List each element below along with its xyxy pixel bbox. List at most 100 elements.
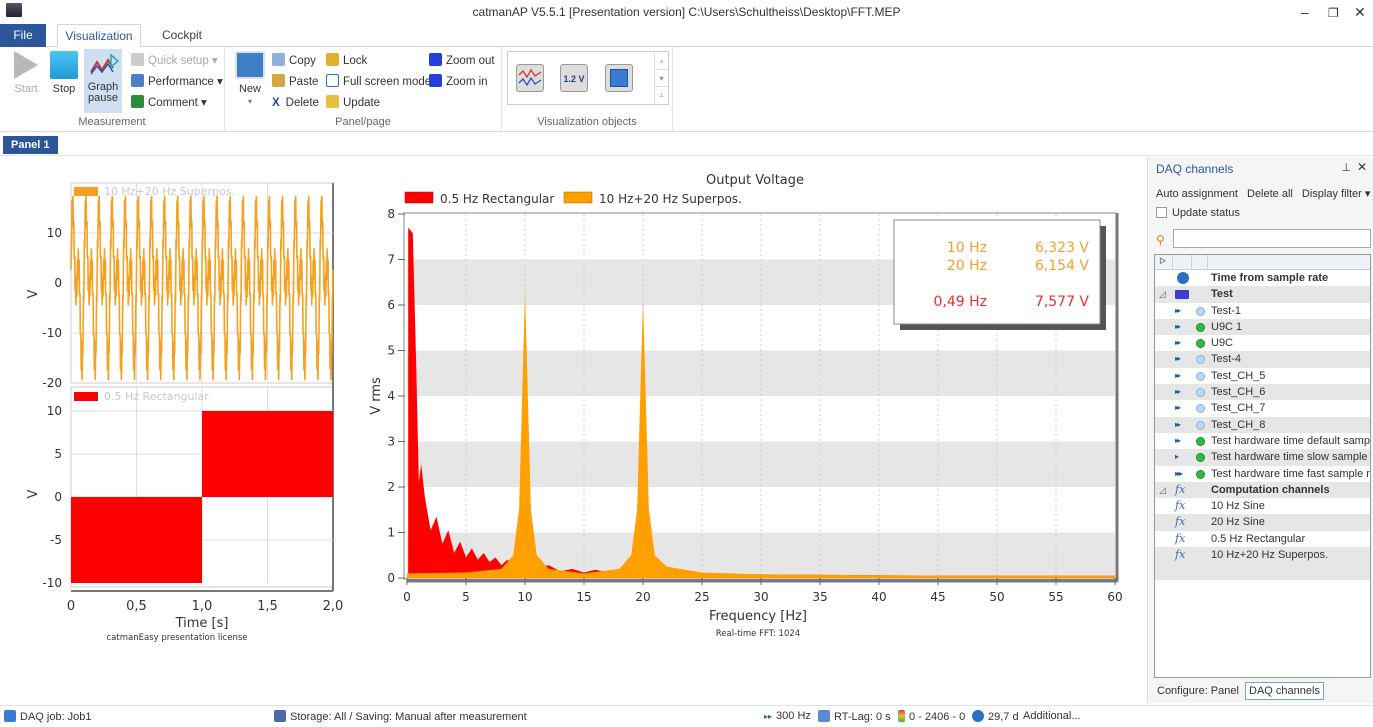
channel-row[interactable]: ▸▸ Test_CH_6 <box>1155 384 1370 401</box>
channel-row[interactable]: Time from sample rate <box>1155 270 1370 287</box>
duration-status: 29,7 d <box>972 710 1019 723</box>
channel-label: Test-1 <box>1211 304 1241 317</box>
channel-row[interactable]: ▸ Test hardware time slow sample rate <box>1155 449 1370 466</box>
copy-button[interactable]: Copy <box>272 52 316 70</box>
channel-label: U9C <box>1211 337 1234 350</box>
gallery-scroll-down[interactable]: ▾ <box>655 69 668 86</box>
close-button[interactable]: ✕ <box>1354 4 1366 21</box>
new-panel-button[interactable]: New ▾ <box>233 51 267 107</box>
channel-row[interactable]: ▸▸ U9C 1 <box>1155 318 1370 336</box>
restore-button[interactable]: ❐ <box>1328 6 1339 20</box>
panel-tab[interactable]: Panel 1 <box>3 136 58 154</box>
fft-ytick-label: 0 <box>387 571 395 585</box>
fft-ytick-label: 1 <box>387 526 395 540</box>
channel-row[interactable]: ◿ fx Computation channels <box>1155 481 1370 499</box>
minimize-button[interactable]: – <box>1301 4 1309 20</box>
daq-job-status[interactable]: DAQ job: Job1 <box>4 710 92 723</box>
chart2-xlabel: Time [s] <box>175 616 229 631</box>
auto-assignment-button[interactable]: Auto assignment <box>1156 188 1238 200</box>
channel-row[interactable]: fx 0.5 Hz Rectangular <box>1155 531 1370 547</box>
collapse-icon[interactable]: ◿ <box>1159 482 1166 498</box>
fft-chart[interactable]: Output Voltage 0.5 Hz Rectangular 10 Hz+… <box>369 173 1123 639</box>
channel-label: Test_CH_6 <box>1211 386 1266 399</box>
channel-row[interactable]: ▸▸ Test_CH_7 <box>1155 400 1370 416</box>
table-object-icon[interactable] <box>605 64 633 92</box>
clock-icon <box>972 710 984 722</box>
daq-channel-grid: ᐅ Time from sample rate ◿ Test ▸▸ Test-1 ▸▸ U9… <box>1154 254 1371 678</box>
channel-row[interactable]: ▸▸ U9C <box>1155 335 1370 351</box>
daq-actions: Auto assignment Delete all Display filte… <box>1156 187 1373 200</box>
fft-xtick-label: 45 <box>930 590 945 604</box>
paste-button[interactable]: Paste <box>272 73 318 91</box>
sample-rate-icon: ▸▸ <box>1175 403 1181 413</box>
delete-all-button[interactable]: Delete all <box>1247 188 1293 200</box>
quick-setup-button[interactable]: Quick setup ▾ <box>131 52 218 70</box>
tab-cockpit[interactable]: Cockpit <box>150 24 214 47</box>
channel-label: Computation channels <box>1211 483 1330 496</box>
pin-icon[interactable]: ⊥ <box>1341 161 1351 174</box>
stop-button[interactable]: Stop <box>48 51 80 95</box>
channel-row[interactable]: ▸▸ Test_CH_5 <box>1155 368 1370 384</box>
readout-frequency: 0,49 Hz <box>934 294 988 310</box>
channel-row[interactable]: ▸▸ Test-1 <box>1155 303 1370 319</box>
channel-row[interactable]: ◿ Test <box>1155 286 1370 303</box>
zoom-out-button[interactable]: Zoom out <box>429 52 495 70</box>
gallery-scroll-up[interactable]: ▴ <box>655 52 668 69</box>
display-filter-button[interactable]: Display filter ▾ <box>1302 188 1370 200</box>
update-status-checkbox[interactable]: Update status <box>1156 207 1240 219</box>
channel-row[interactable]: ▸▸▸ Test hardware time fast sample rate <box>1155 466 1370 482</box>
channel-row[interactable]: fx 10 Hz Sine <box>1155 498 1370 514</box>
chart1-ytick-label: 0 <box>54 276 62 290</box>
channel-label: Test_CH_5 <box>1211 369 1266 382</box>
status-icon <box>1196 371 1205 381</box>
additional-status[interactable]: Additional... <box>1023 710 1080 722</box>
sample-rate-icon: ▸▸▸ <box>1175 468 1183 478</box>
delete-icon: X <box>272 97 280 109</box>
ribbon-tabs: File Visualization Cockpit ⌂ Design mode… <box>0 24 1373 68</box>
fft-ytick-label: 4 <box>387 389 395 403</box>
grid-expand-all-icon[interactable]: ᐅ <box>1159 256 1166 267</box>
lock-button[interactable]: Lock <box>326 52 367 70</box>
rectangular-time-chart[interactable]: 0.5 Hz Rectangular 10 5 0 -5 -10 0 0,5 1,0 1,5 2… <box>26 385 343 643</box>
zoom-in-button[interactable]: Zoom in <box>429 73 488 91</box>
update-button[interactable]: Update <box>326 94 380 112</box>
chart2-ytick-label: 10 <box>47 404 62 418</box>
channel-label: 20 Hz Sine <box>1211 516 1265 529</box>
full-screen-button[interactable]: Full screen mode <box>326 73 431 91</box>
start-button[interactable]: Start <box>8 51 44 95</box>
delete-button[interactable]: X Delete <box>272 94 319 112</box>
daq-close-icon[interactable]: ✕ <box>1357 160 1367 174</box>
channel-row[interactable]: ▸▸ Test_CH_8 <box>1155 416 1370 433</box>
rate-icon: ▸▸ <box>764 712 773 721</box>
chart2-area-positive <box>202 411 333 497</box>
fft-ytick-label: 7 <box>387 253 395 267</box>
channel-label: 10 Hz Sine <box>1211 500 1265 513</box>
group-label-panel-page: Panel/page <box>335 116 391 128</box>
graph-object-icon[interactable] <box>516 64 544 92</box>
channel-row[interactable]: fx 20 Hz Sine <box>1155 514 1370 531</box>
tab-visualization[interactable]: Visualization <box>57 24 141 48</box>
performance-button[interactable]: Performance ▾ <box>131 73 223 91</box>
sample-rate-icon: ▸▸ <box>1175 387 1181 397</box>
license-text: catmanEasy presentation license <box>106 633 247 643</box>
sample-rate-icon: ▸▸ <box>1175 305 1181 315</box>
configure-panel-tab[interactable]: Configure: Panel <box>1154 683 1242 699</box>
channel-row[interactable]: fx 10 Hz+20 Hz Superpos. <box>1155 547 1370 564</box>
daq-search-input[interactable] <box>1173 229 1371 248</box>
digital-display-icon[interactable]: 1.2 V <box>560 64 588 92</box>
group-measurement: Start Stop Graph pause Quick setup ▾ Per… <box>0 47 225 132</box>
channel-row[interactable]: ▸▸ Test hardware time default sample rate <box>1155 433 1370 449</box>
daq-channels-tab[interactable]: DAQ channels <box>1245 682 1324 700</box>
collapse-icon[interactable]: ◿ <box>1159 286 1166 302</box>
channel-label: Test_CH_7 <box>1211 402 1266 415</box>
comment-button[interactable]: Comment ▾ <box>131 94 207 112</box>
chart1-ytick-label: -10 <box>42 326 62 340</box>
graph-pause-button[interactable]: Graph pause <box>84 49 122 113</box>
storage-status[interactable]: Storage: All / Saving: Manual after meas… <box>274 710 527 723</box>
tab-file[interactable]: File <box>0 24 46 47</box>
channel-row[interactable]: ▸▸ Test-4 <box>1155 351 1370 368</box>
channel-label: U9C 1 <box>1211 320 1243 333</box>
superpos-time-chart[interactable]: 10 Hz+20 Hz Superpos. 10 0 -10 -20 V <box>26 182 334 390</box>
fft-title: Output Voltage <box>706 173 804 188</box>
gallery-more[interactable]: ⩡ <box>655 86 668 103</box>
